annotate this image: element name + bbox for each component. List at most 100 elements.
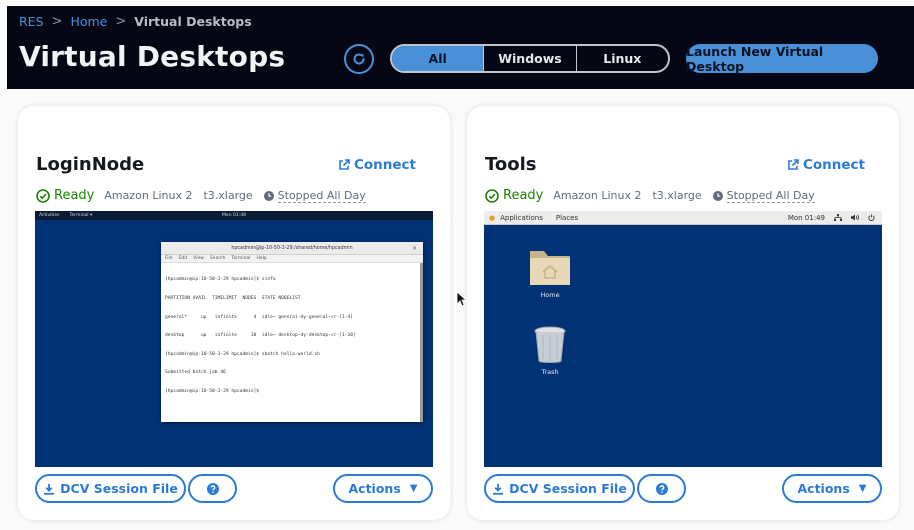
- desktop-icon-home[interactable]: Home: [528, 247, 572, 299]
- breadcrumb: RES > Home > Virtual Desktops: [19, 14, 252, 29]
- schedule: Stopped All Day: [263, 189, 366, 203]
- volume-icon: [851, 214, 859, 221]
- header: RES > Home > Virtual Desktops Virtual De…: [7, 6, 914, 89]
- system-tray: Mon 01:49: [788, 214, 875, 222]
- card-title: Tools: [485, 154, 537, 175]
- close-icon: ×: [411, 244, 417, 252]
- external-link-icon: [339, 159, 350, 170]
- help-button[interactable]: [188, 474, 237, 503]
- instance-type: t3.xlarge: [652, 189, 702, 202]
- mouse-cursor-icon: [456, 291, 466, 307]
- breadcrumb-home[interactable]: Home: [70, 14, 107, 29]
- check-circle-icon: [485, 188, 499, 203]
- applications-menu: Applications: [500, 213, 543, 222]
- filter-windows[interactable]: Windows: [483, 46, 575, 71]
- terminal-line: [hpcadmin@ip-10-50-3-29 hpcadmin]$: [165, 389, 260, 395]
- desktop-icon-label: Home: [540, 291, 560, 299]
- terminal-window: hpcadmin@ip-10-50-3-29:/shared/home/hpca…: [161, 242, 423, 422]
- schedule-text[interactable]: Stopped All Day: [277, 189, 366, 203]
- actions-label: Actions: [348, 481, 401, 496]
- help-icon: [206, 482, 219, 495]
- dcv-session-file-button[interactable]: DCV Session File: [35, 474, 186, 503]
- external-link-icon: [788, 159, 799, 170]
- download-icon: [493, 483, 504, 495]
- terminal-line: Submitted batch job 46: [165, 370, 226, 376]
- instance-type: t3.xlarge: [203, 189, 253, 202]
- card-meta: Ready Amazon Linux 2 t3.xlarge Stopped A…: [36, 188, 366, 203]
- terminal-app-menu: Terminal ▾: [69, 213, 93, 218]
- schedule-text[interactable]: Stopped All Day: [726, 189, 815, 203]
- caret-down-icon: ▼: [858, 483, 867, 494]
- places-menu: Places: [555, 213, 579, 222]
- terminal-title: hpcadmin@ip-10-50-3-29:/shared/home/hpca…: [231, 245, 353, 251]
- terminal-menu-item: File: [165, 256, 173, 261]
- filter-linux[interactable]: Linux: [575, 46, 668, 71]
- help-button[interactable]: [637, 474, 686, 503]
- activities-menu: Activities: [39, 213, 60, 218]
- desktop-icon-trash[interactable]: Trash: [533, 326, 567, 376]
- desktop-preview[interactable]: ● Applications Places Mon 01:49 Home Tra…: [484, 211, 882, 467]
- terminal-line: desktop up infinite 10 idle~ desktop-dy-…: [165, 333, 356, 339]
- breadcrumb-res[interactable]: RES: [19, 14, 44, 29]
- os-filter: All Windows Linux: [390, 44, 670, 73]
- trash-icon: [534, 326, 566, 363]
- terminal-scrollbar: [420, 263, 423, 422]
- clock: Mon 01:48: [222, 213, 246, 218]
- connect-label: Connect: [802, 157, 865, 173]
- dcv-session-file-label: DCV Session File: [60, 481, 178, 496]
- connect-label: Connect: [353, 157, 416, 173]
- connect-link[interactable]: Connect: [338, 157, 416, 173]
- desktop-preview[interactable]: Activities Terminal ▾ Mon 01:48 hpcadmin…: [35, 211, 433, 467]
- actions-dropdown[interactable]: Actions ▼: [333, 474, 433, 503]
- power-icon: [868, 214, 875, 221]
- terminal-menu-bar: File Edit View Search Terminal Help: [161, 255, 423, 263]
- status-text: Ready: [503, 188, 544, 203]
- os-label: Amazon Linux 2: [553, 189, 642, 202]
- caret-down-icon: ▼: [409, 483, 418, 494]
- desktop-icon-label: Trash: [541, 368, 559, 376]
- terminal-menu-item: Help: [256, 256, 267, 261]
- page-title: Virtual Desktops: [19, 40, 286, 73]
- gnome-top-bar: Activities Terminal ▾ Mon 01:48: [35, 211, 433, 220]
- page: RES > Home > Virtual Desktops Virtual De…: [0, 0, 914, 530]
- clock-icon: [712, 190, 723, 201]
- launch-new-virtual-desktop-button[interactable]: Launch New Virtual Desktop: [686, 44, 878, 74]
- terminal-line: [hpcadmin@ip-10-50-3-29 hpcadmin]$ sbatc…: [165, 351, 320, 357]
- status-badge: Ready: [36, 188, 94, 203]
- terminal-menu-item: View: [193, 256, 204, 261]
- terminal-menu-item: Search: [209, 256, 226, 261]
- desktop-card-loginnode: LoginNode Connect Ready Amazon Linux 2 t…: [18, 106, 450, 520]
- os-label: Amazon Linux 2: [104, 189, 193, 202]
- refresh-button[interactable]: [344, 44, 374, 74]
- terminal-line: [hpcadmin@ip-10-50-3-29 hpcadmin]$ sinfo: [165, 277, 276, 283]
- status-text: Ready: [54, 188, 95, 203]
- dcv-session-file-button[interactable]: DCV Session File: [484, 474, 635, 503]
- download-icon: [44, 483, 55, 495]
- terminal-output: [hpcadmin@ip-10-50-3-29 hpcadmin]$ sinfo…: [161, 263, 423, 410]
- help-icon: [655, 482, 668, 495]
- check-circle-icon: [36, 188, 50, 203]
- refresh-icon: [353, 53, 365, 65]
- breadcrumb-separator-icon: >: [51, 14, 63, 29]
- terminal-title-bar: hpcadmin@ip-10-50-3-29:/shared/home/hpca…: [161, 242, 423, 255]
- actions-label: Actions: [797, 481, 850, 496]
- home-folder-icon: [530, 251, 570, 285]
- terminal-line: PARTITION AVAIL TIMELIMIT NODES STATE NO…: [165, 296, 301, 302]
- card-meta: Ready Amazon Linux 2 t3.xlarge Stopped A…: [485, 188, 815, 203]
- terminal-menu-item: Edit: [178, 256, 188, 261]
- gnome-classic-top-bar: ● Applications Places Mon 01:49: [484, 211, 882, 225]
- actions-dropdown[interactable]: Actions ▼: [782, 474, 882, 503]
- connect-link[interactable]: Connect: [787, 157, 865, 173]
- card-title: LoginNode: [36, 154, 145, 175]
- clock-icon: [263, 190, 274, 201]
- terminal-menu-item: Terminal: [231, 256, 251, 261]
- network-icon: [834, 214, 842, 221]
- terminal-line: general* up infinite 4 idle~ general-dy-…: [165, 314, 354, 320]
- desktop-card-tools: Tools Connect Ready Amazon Linux 2 t3.xl…: [467, 106, 899, 520]
- schedule: Stopped All Day: [712, 189, 815, 203]
- gnome-foot-icon: ●: [489, 213, 496, 222]
- breadcrumb-separator-icon: >: [115, 14, 127, 29]
- status-badge: Ready: [485, 188, 543, 203]
- clock: Mon 01:49: [787, 213, 825, 222]
- filter-all[interactable]: All: [392, 46, 484, 71]
